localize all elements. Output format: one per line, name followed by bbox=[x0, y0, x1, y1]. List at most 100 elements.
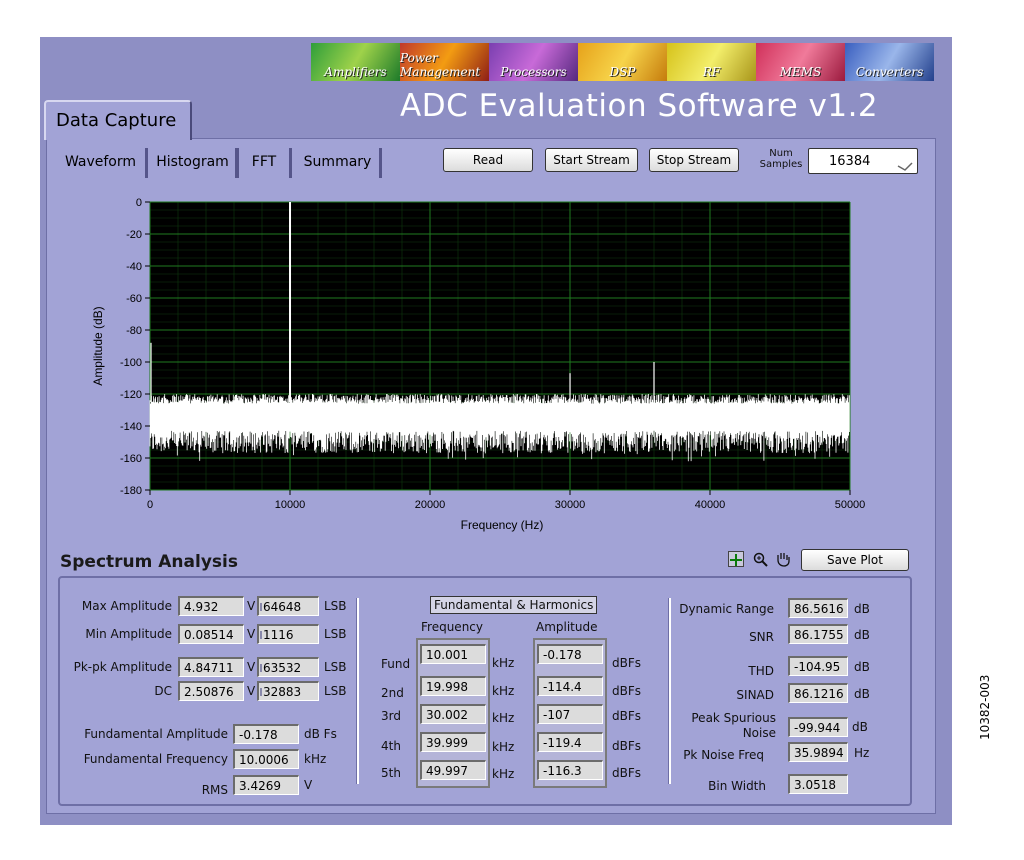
snr-value: 86.1755 bbox=[788, 624, 848, 644]
pk-pk-amplitude-v: 4.84711 bbox=[178, 657, 244, 677]
harmonic-freq-fund: 10.001 bbox=[420, 644, 486, 664]
dc-v-unit: V bbox=[247, 684, 256, 698]
pan-hand-icon[interactable] bbox=[774, 551, 792, 567]
harmonic-amp-fund: -0.178 bbox=[537, 644, 603, 664]
subtab-fft[interactable]: FFT bbox=[236, 148, 292, 178]
rms-value: 3.4269 bbox=[233, 775, 299, 795]
min-amplitude-lsb-unit: LSB bbox=[324, 627, 347, 641]
sinad-unit: dB bbox=[854, 687, 870, 701]
zoom-tool-icon[interactable] bbox=[752, 551, 768, 567]
y-tick-label: -20 bbox=[126, 229, 142, 241]
dc-label: DC bbox=[154, 684, 172, 698]
subtab-waveform[interactable]: Waveform bbox=[56, 148, 148, 178]
banner-rf: RF bbox=[667, 43, 756, 81]
cursor-tool-icon[interactable] bbox=[728, 551, 744, 567]
bin-width-value: 3.0518 bbox=[788, 774, 848, 794]
num-samples-label: Num Samples bbox=[759, 148, 803, 170]
y-tick-label: -40 bbox=[126, 261, 142, 273]
fundamental-frequency-value: 10.0006 bbox=[233, 749, 299, 769]
bin-width-label: Bin Width bbox=[708, 779, 766, 793]
x-tick-label: 10000 bbox=[275, 499, 306, 511]
rms-label: RMS bbox=[201, 783, 228, 797]
thd-label: THD bbox=[748, 664, 774, 678]
thd-value: -104.95 bbox=[788, 656, 848, 676]
dynamic-range-unit: dB bbox=[854, 602, 870, 616]
sinad-label: SINAD bbox=[736, 688, 774, 702]
harmonics-amplitude-header: Amplitude bbox=[536, 620, 598, 634]
y-tick-label: -120 bbox=[120, 389, 142, 401]
fundamental-amplitude-label: Fundamental Amplitude bbox=[84, 727, 228, 741]
harmonic-freq-unit-2nd: kHz bbox=[492, 684, 515, 698]
harmonics-title: Fundamental & Harmonics bbox=[430, 596, 598, 614]
thd-unit: dB bbox=[854, 660, 870, 674]
pk-noise-freq-label: Pk Noise Freq bbox=[683, 748, 764, 762]
num-samples-value: 16384 bbox=[829, 154, 871, 169]
harmonic-freq-unit-3rd: kHz bbox=[492, 711, 515, 725]
harmonic-freq-3rd: 30.002 bbox=[420, 704, 486, 724]
y-tick-label: -180 bbox=[120, 485, 142, 497]
spectrum-analysis-title: Spectrum Analysis bbox=[60, 552, 238, 572]
min-amplitude-lsb: 1116 bbox=[257, 624, 319, 644]
banner-converters: Converters bbox=[845, 43, 934, 81]
start-stream-button[interactable]: Start Stream bbox=[545, 148, 638, 172]
harmonic-freq-unit-4th: kHz bbox=[492, 740, 515, 754]
document-code: 10382-003 bbox=[978, 674, 992, 740]
read-button[interactable]: Read bbox=[443, 148, 533, 172]
peak-spurious-noise-unit: dB bbox=[852, 720, 868, 734]
peak-spurious-noise-value: -99.944 bbox=[788, 717, 848, 737]
harmonic-amp-unit-4th: dBFs bbox=[612, 739, 642, 753]
x-axis-ticks: 0 10000 20000 30000 40000 50000 bbox=[147, 490, 865, 511]
y-axis-ticks: 0 -20 -40 -60 -80 -100 -120 -140 -160 -180 bbox=[120, 197, 150, 497]
harmonics-frequency-header: Frequency bbox=[421, 620, 483, 634]
min-amplitude-label: Min Amplitude bbox=[85, 627, 172, 641]
pk-pk-amplitude-lsb-unit: LSB bbox=[324, 660, 347, 674]
pk-pk-amplitude-lsb: 63532 bbox=[257, 657, 319, 677]
pk-pk-amplitude-label: Pk-pk Amplitude bbox=[73, 660, 172, 674]
fundamental-amplitude-value: -0.178 bbox=[233, 724, 299, 744]
harmonic-freq-4th: 39.999 bbox=[420, 732, 486, 752]
harmonic-label-5th: 5th bbox=[381, 766, 401, 780]
banner-power-management: Power Management bbox=[400, 43, 489, 81]
x-tick-label: 40000 bbox=[695, 499, 726, 511]
harmonic-amp-unit-2nd: dBFs bbox=[612, 684, 642, 698]
product-banner: Amplifiers Power Management Processors D… bbox=[311, 43, 934, 81]
min-amplitude-v: 0.08514 bbox=[178, 624, 244, 644]
tab-data-capture[interactable]: Data Capture bbox=[44, 100, 192, 140]
harmonic-label-4th: 4th bbox=[381, 739, 401, 753]
y-tick-label: 0 bbox=[136, 197, 142, 209]
stop-stream-button[interactable]: Stop Stream bbox=[649, 148, 739, 172]
peak-spurious-noise-label: Peak Spurious Noise bbox=[691, 711, 776, 740]
y-tick-label: -140 bbox=[120, 421, 142, 433]
pk-pk-amplitude-v-unit: V bbox=[247, 660, 256, 674]
dc-v: 2.50876 bbox=[178, 681, 244, 701]
harmonic-freq-unit-fund: kHz bbox=[492, 656, 515, 670]
separator-right bbox=[668, 598, 671, 784]
y-tick-label: -60 bbox=[126, 293, 142, 305]
harmonic-label-3rd: 3rd bbox=[381, 709, 401, 723]
harmonic-amp-unit-3rd: dBFs bbox=[612, 709, 642, 723]
subtab-summary[interactable]: Summary bbox=[296, 148, 382, 178]
harmonic-amp-2nd: -114.4 bbox=[537, 676, 603, 696]
subtab-histogram[interactable]: Histogram bbox=[150, 148, 238, 178]
harmonic-amp-5th: -116.3 bbox=[537, 760, 603, 780]
banner-dsp: DSP bbox=[578, 43, 667, 81]
y-tick-label: -100 bbox=[120, 357, 142, 369]
num-samples-select[interactable]: 16384 bbox=[808, 148, 918, 174]
max-amplitude-label: Max Amplitude bbox=[81, 599, 172, 613]
save-plot-button[interactable]: Save Plot bbox=[801, 549, 909, 571]
harmonic-label-fund: Fund bbox=[381, 657, 411, 671]
separator-left bbox=[356, 598, 359, 784]
min-amplitude-v-unit: V bbox=[247, 627, 256, 641]
harmonic-freq-unit-5th: kHz bbox=[492, 767, 515, 781]
y-tick-label: -160 bbox=[120, 453, 142, 465]
snr-label: SNR bbox=[749, 630, 774, 644]
harmonic-amp-unit-fund: dBFs bbox=[612, 656, 642, 670]
harmonic-amp-3rd: -107 bbox=[537, 704, 603, 724]
x-axis-label: Frequency (Hz) bbox=[461, 518, 544, 532]
banner-mems: MEMS bbox=[756, 43, 845, 81]
max-amplitude-v: 4.932 bbox=[178, 596, 244, 616]
fundamental-frequency-unit: kHz bbox=[304, 752, 327, 766]
fft-plot[interactable]: 0 -20 -40 -60 -80 -100 -120 -140 -160 -180 0 10000… bbox=[46, 190, 926, 542]
pk-noise-freq-value: 35.9894 bbox=[788, 742, 848, 762]
banner-amplifiers: Amplifiers bbox=[311, 43, 400, 81]
